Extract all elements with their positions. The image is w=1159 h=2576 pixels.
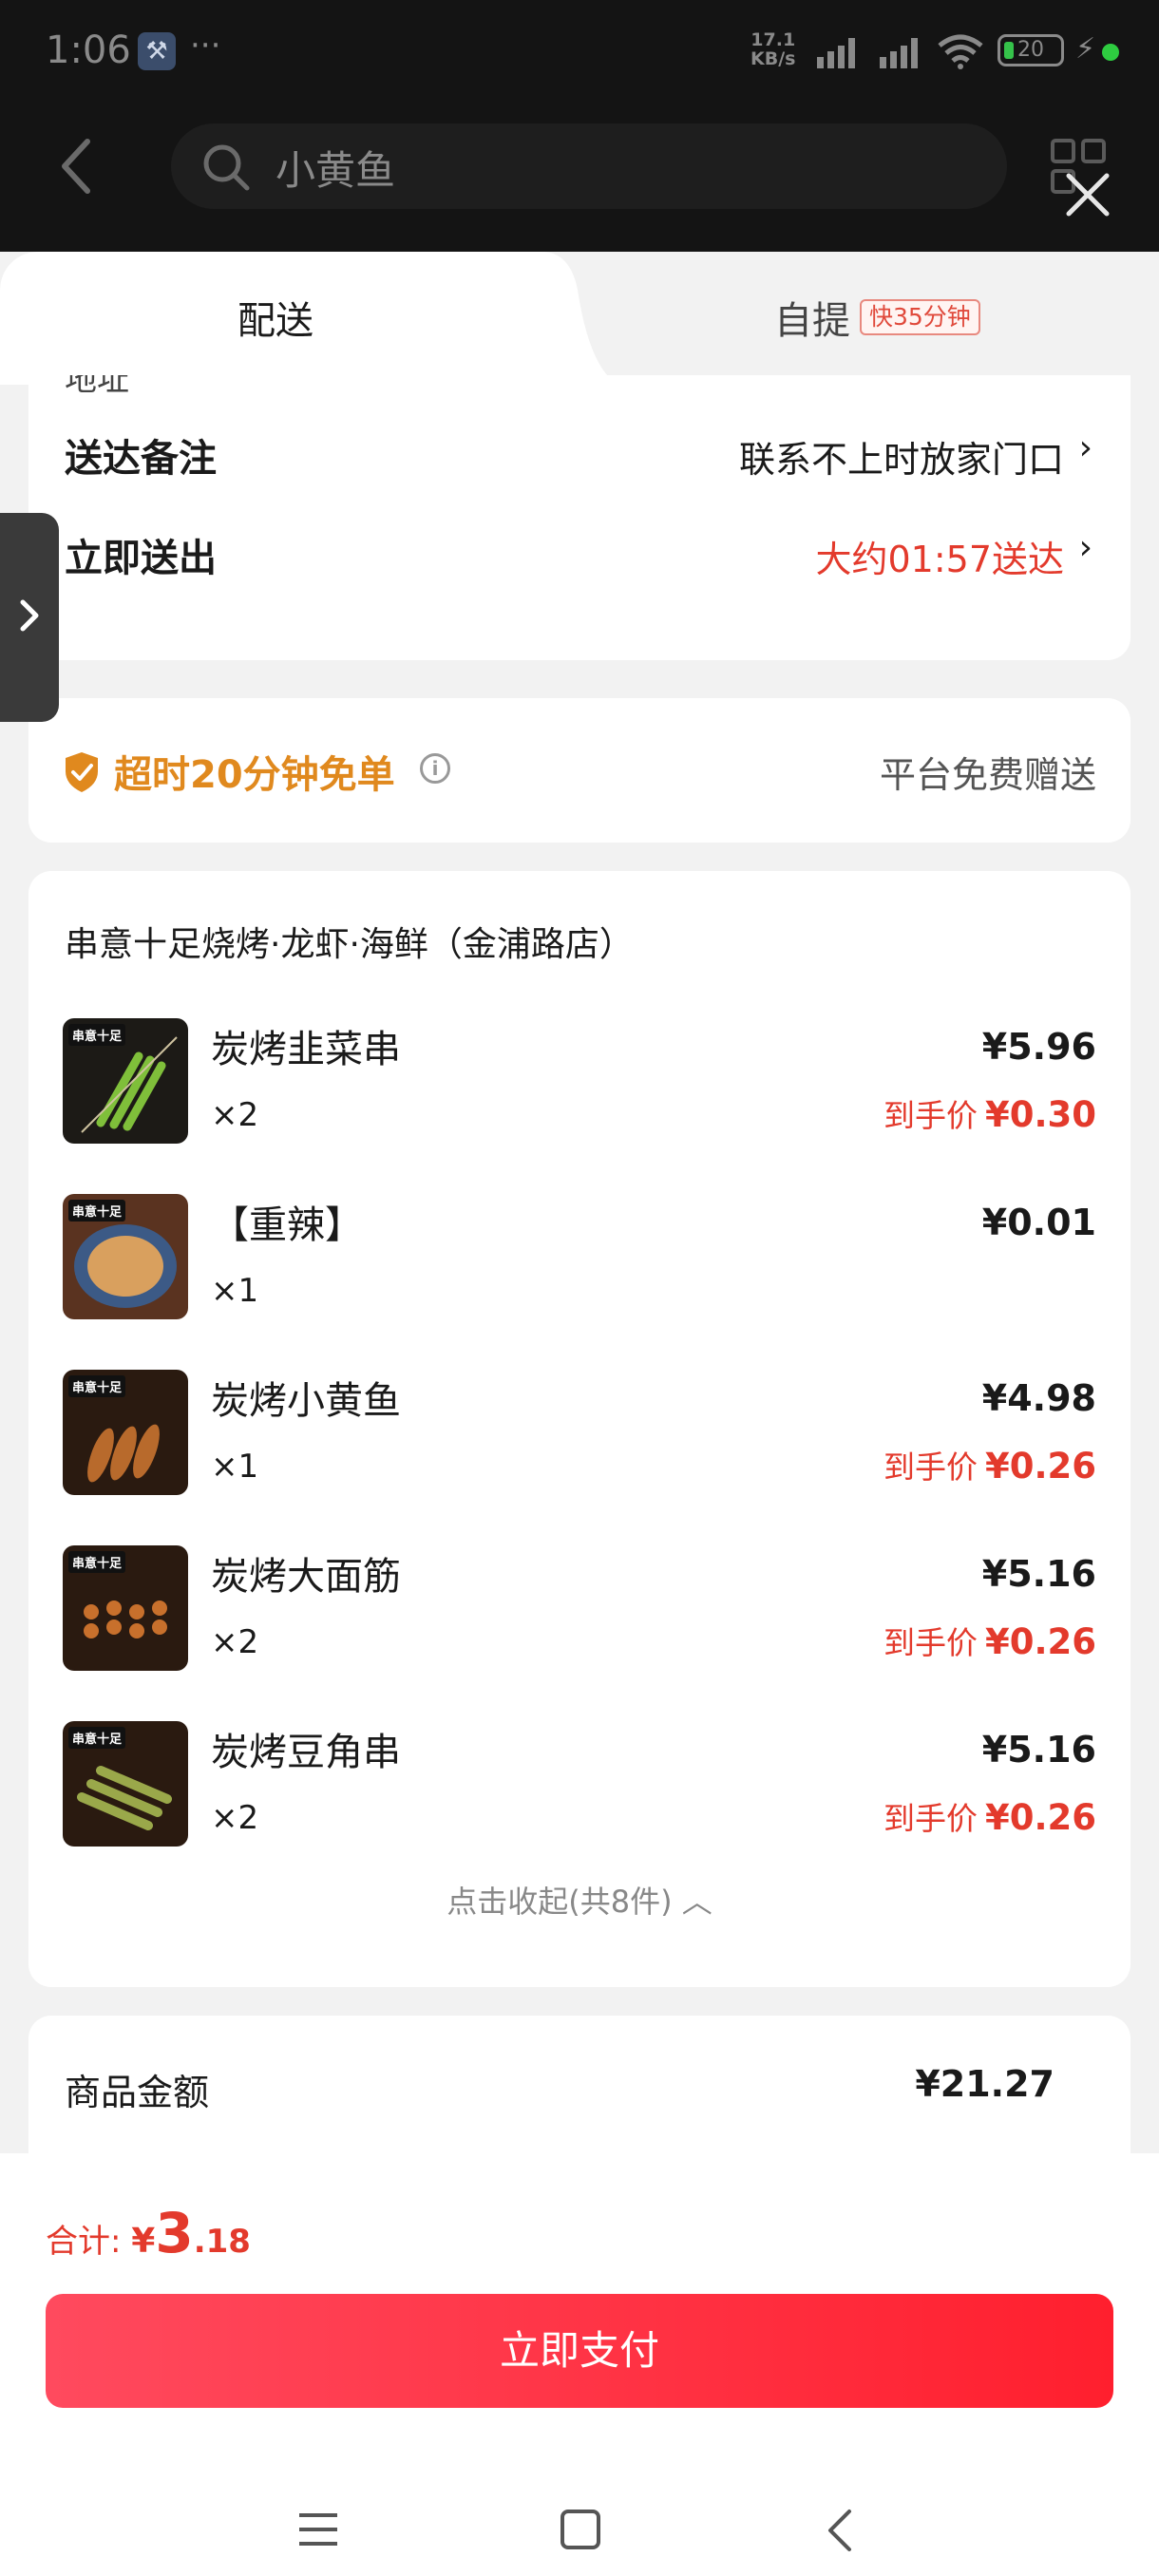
tab-pickup-label[interactable]: 自提: [774, 290, 850, 345]
status-time: 1:06: [46, 28, 131, 72]
network-speed: 17.1 KB/s: [750, 29, 796, 69]
item-thumbnail: 串意十足: [63, 1545, 188, 1671]
item-thumbnail: 串意十足: [63, 1721, 188, 1847]
wrench-icon: ⚒: [138, 32, 176, 70]
delivery-tabs: 配送 自提 快35分钟: [0, 252, 1159, 385]
signal-icon: [817, 38, 855, 68]
item-quantity: ×2: [211, 1096, 259, 1134]
more-dots: ···: [190, 27, 221, 65]
total-price: 合计: ¥3.18: [46, 2201, 251, 2265]
menu-icon[interactable]: [296, 2508, 340, 2555]
chevron-right-icon-2[interactable]: ›: [1079, 528, 1092, 567]
amount-value: ¥21.27: [915, 2063, 1054, 2105]
order-item[interactable]: 串意十足 炭烤大面筋 ×2 ¥5.16 到手价 ¥0.26: [28, 1545, 1130, 1678]
guarantee-card: 超时20分钟免单 i 平台免费赠送: [28, 698, 1130, 843]
delivery-note-label: 送达备注: [65, 437, 217, 481]
order-item[interactable]: 串意十足 【重辣】 ×1 ¥0.01: [28, 1194, 1130, 1327]
item-price: ¥4.98: [981, 1377, 1096, 1419]
item-quantity: ×2: [211, 1623, 259, 1661]
guarantee-right-text: 平台免费赠送: [879, 754, 1096, 796]
item-price: ¥5.16: [981, 1553, 1096, 1595]
pickup-badge: 快35分钟: [860, 299, 980, 335]
store-name[interactable]: 串意十足烧烤·龙虾·海鲜（金浦路店）: [65, 917, 634, 966]
item-final-price: 到手价 ¥0.26: [883, 1621, 1096, 1662]
collapse-toggle[interactable]: 点击收起(共8件) ︿: [28, 1878, 1130, 1922]
order-items-card: 串意十足烧烤·龙虾·海鲜（金浦路店） 串意十足 炭烤韭菜串 ×2 ¥5.96 到…: [28, 871, 1130, 1987]
item-price: ¥5.96: [981, 1026, 1096, 1068]
item-name: 炭烤韭菜串: [211, 1028, 401, 1071]
charging-icon: ⚡: [1075, 32, 1096, 66]
order-item[interactable]: 串意十足 炭烤小黄鱼 ×1 ¥4.98 到手价 ¥0.26: [28, 1370, 1130, 1503]
chevron-right-icon[interactable]: ›: [1079, 428, 1092, 467]
guarantee-text: 超时20分钟免单: [114, 753, 395, 797]
checkout-footer: 合计: ¥3.18 立即支付: [0, 2153, 1159, 2576]
search-icon: [203, 144, 250, 191]
home-icon[interactable]: [559, 2508, 602, 2555]
search-query: 小黄鱼: [276, 147, 396, 194]
signal-icon-2: [880, 38, 918, 68]
send-time-value[interactable]: 大约01:57送达: [815, 530, 1064, 582]
close-icon[interactable]: [1064, 171, 1112, 218]
battery-icon: 20: [998, 34, 1064, 66]
status-dot: [1102, 44, 1119, 61]
amount-label: 商品金额: [65, 2072, 210, 2113]
info-icon[interactable]: i: [420, 753, 450, 784]
item-name: 炭烤小黄鱼: [211, 1379, 401, 1423]
send-time-label: 立即送出: [65, 537, 217, 580]
item-quantity: ×1: [211, 1448, 259, 1486]
item-quantity: ×2: [211, 1799, 259, 1837]
back-arrow-icon[interactable]: [57, 138, 95, 195]
search-bar[interactable]: 小黄鱼: [171, 123, 1007, 209]
item-final-price: 到手价 ¥0.26: [883, 1797, 1096, 1838]
back-icon[interactable]: [823, 2508, 857, 2557]
item-price: ¥0.01: [981, 1202, 1096, 1243]
delivery-card: 地址 送达备注 联系不上时放家门口 › 立即送出 大约01:57送达 ›: [28, 375, 1130, 660]
order-item[interactable]: 串意十足 炭烤豆角串 ×2 ¥5.16 到手价 ¥0.26: [28, 1721, 1130, 1854]
shield-check-icon: [66, 752, 98, 792]
wifi-icon: [938, 34, 983, 69]
tab-delivery-label[interactable]: 配送: [0, 290, 551, 345]
system-nav-bar: [0, 2481, 1159, 2576]
item-final-price: 到手价 ¥0.30: [883, 1094, 1096, 1135]
item-thumbnail: 串意十足: [63, 1018, 188, 1144]
delivery-note-value[interactable]: 联系不上时放家门口: [739, 430, 1064, 483]
item-thumbnail: 串意十足: [63, 1194, 188, 1319]
item-name: 【重辣】: [211, 1203, 363, 1247]
item-final-price: 到手价 ¥0.26: [883, 1446, 1096, 1487]
item-name: 炭烤大面筋: [211, 1555, 401, 1599]
order-item[interactable]: 串意十足 炭烤韭菜串 ×2 ¥5.96 到手价 ¥0.30: [28, 1018, 1130, 1151]
item-thumbnail: 串意十足: [63, 1370, 188, 1495]
item-price: ¥5.16: [981, 1729, 1096, 1771]
status-bar: 1:06 ⚒ ··· 17.1 KB/s 20 ⚡: [0, 0, 1159, 104]
cut-off-text: 地址: [65, 375, 129, 392]
chevron-right-icon-3: [20, 599, 39, 632]
item-name: 炭烤豆角串: [211, 1731, 401, 1774]
pay-now-button[interactable]: 立即支付: [46, 2294, 1113, 2408]
side-drawer-handle[interactable]: [0, 513, 59, 722]
item-quantity: ×1: [211, 1272, 259, 1310]
